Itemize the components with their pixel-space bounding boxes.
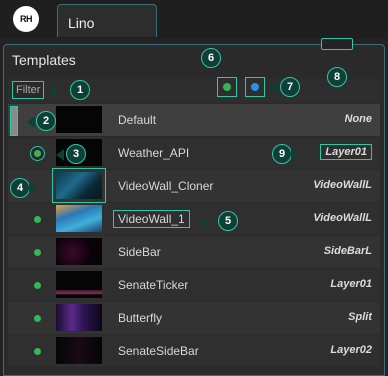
- show-active-toggle[interactable]: [217, 77, 237, 97]
- template-layer: SideBarL: [323, 245, 372, 257]
- template-thumbnail: [56, 304, 102, 331]
- template-layer: Layer01: [330, 278, 372, 290]
- template-name: SenateTicker: [118, 278, 189, 292]
- list-item[interactable]: Butterfly Split: [8, 302, 380, 335]
- template-name: Weather_API: [118, 146, 190, 160]
- template-thumbnail: [56, 271, 102, 298]
- template-layer: Layer02: [330, 344, 372, 356]
- template-thumbnail: [56, 205, 102, 232]
- list-item[interactable]: SenateTicker Layer01: [8, 269, 380, 302]
- status-indicator: [34, 282, 41, 289]
- list-item[interactable]: SenateSideBar Layer02: [8, 335, 380, 368]
- template-name: SideBar: [118, 245, 161, 259]
- status-indicator: [34, 348, 41, 355]
- template-thumbnail: [56, 106, 102, 133]
- callout-8: 8: [327, 67, 347, 87]
- template-thumbnail: [52, 168, 106, 203]
- template-name: SenateSideBar: [118, 344, 199, 358]
- green-dot-icon: [223, 83, 231, 91]
- app-logo: RH: [13, 6, 39, 32]
- template-name: Default: [118, 113, 157, 127]
- status-indicator: [34, 216, 41, 223]
- template-name: Butterfly: [118, 311, 163, 325]
- list-item[interactable]: Default None: [8, 104, 380, 137]
- template-layer: None: [344, 113, 373, 125]
- callout-3: 3: [66, 144, 86, 164]
- list-item[interactable]: SideBar SideBarL: [8, 236, 380, 269]
- callout-6: 6: [201, 48, 221, 68]
- template-thumbnail: [56, 337, 102, 364]
- callout-5: 5: [218, 211, 238, 231]
- callout-2: 2: [36, 111, 56, 131]
- template-layer: Split: [348, 311, 372, 323]
- template-layer: Layer01: [320, 144, 372, 160]
- template-layer: VideoWallL: [313, 212, 372, 224]
- panel-title: Templates: [12, 52, 76, 68]
- top-bar: RH Lino: [0, 0, 388, 38]
- tab-lino[interactable]: Lino: [57, 4, 157, 37]
- list-item[interactable]: VideoWall_1 VideoWallL: [8, 203, 380, 236]
- template-thumbnail: [56, 238, 102, 265]
- template-layer: VideoWallL: [313, 179, 372, 191]
- status-indicator: [34, 315, 41, 322]
- callout-9: 9: [272, 144, 292, 164]
- status-indicator: [34, 150, 41, 157]
- callout-7: 7: [280, 77, 300, 97]
- filter-button[interactable]: Filter: [12, 81, 45, 99]
- show-selected-toggle[interactable]: [245, 77, 265, 97]
- resize-handle[interactable]: [10, 106, 18, 136]
- callout-4: 4: [10, 178, 30, 198]
- templates-panel: Templates 8 Filter 1 6 7 Default None 2 …: [3, 38, 385, 376]
- status-indicator: [34, 249, 41, 256]
- callout-1: 1: [70, 80, 90, 100]
- list-item[interactable]: VideoWall_Cloner VideoWallL: [8, 168, 380, 203]
- template-name: VideoWall_1: [113, 210, 190, 228]
- blue-dot-icon: [251, 83, 259, 91]
- panel-collapse-button[interactable]: [321, 38, 353, 50]
- template-name: VideoWall_Cloner: [118, 179, 214, 193]
- templates-toolbar: [8, 79, 380, 103]
